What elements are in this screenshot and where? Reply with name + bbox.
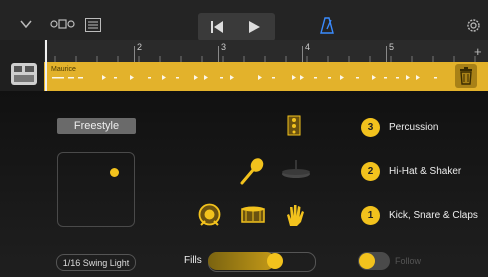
hi-hat-icon[interactable] <box>281 160 311 182</box>
fills-slider-knob[interactable] <box>266 253 283 269</box>
xy-pad-handle[interactable] <box>110 168 119 177</box>
groove-preset-button[interactable]: 1/16 Swing Light <box>56 254 136 271</box>
settings-icon[interactable] <box>465 17 482 34</box>
kick-drum-icon[interactable] <box>198 202 221 227</box>
follow-toggle-knob[interactable] <box>359 253 375 269</box>
mixer-icon[interactable] <box>84 17 101 32</box>
percussion-number-badge[interactable]: 3 <box>361 118 380 137</box>
smart-controls-icon[interactable] <box>49 17 76 31</box>
ruler-ticks <box>54 56 476 62</box>
snare-drum-icon[interactable] <box>240 205 266 225</box>
shaker-icon[interactable] <box>239 157 265 185</box>
hihat-shaker-label: Hi-Hat & Shaker <box>389 166 462 177</box>
drum-machine-icon[interactable] <box>11 63 37 85</box>
preset-button[interactable]: Freestyle <box>57 118 136 134</box>
play-icon[interactable] <box>245 18 263 36</box>
kick-snare-claps-label: Kick, Snare & Claps <box>389 210 478 221</box>
fills-label: Fills <box>184 255 202 266</box>
metronome-icon[interactable] <box>318 16 336 35</box>
percussion-label: Percussion <box>389 122 439 133</box>
region-hits <box>52 75 437 80</box>
tambourine-icon[interactable] <box>286 113 302 137</box>
fills-slider-fill <box>208 252 275 270</box>
hand-clap-icon[interactable] <box>284 203 306 227</box>
follow-label: Follow <box>395 256 422 266</box>
trash-icon[interactable] <box>455 64 477 88</box>
add-section-icon[interactable]: + <box>474 44 482 59</box>
playhead[interactable] <box>45 40 47 91</box>
rewind-icon[interactable] <box>208 18 226 36</box>
tracks-dropdown-icon[interactable] <box>17 16 35 32</box>
xy-pad[interactable] <box>57 152 135 227</box>
hihat-shaker-number-badge[interactable]: 2 <box>361 162 380 181</box>
kick-snare-claps-number-badge[interactable]: 1 <box>361 206 380 225</box>
